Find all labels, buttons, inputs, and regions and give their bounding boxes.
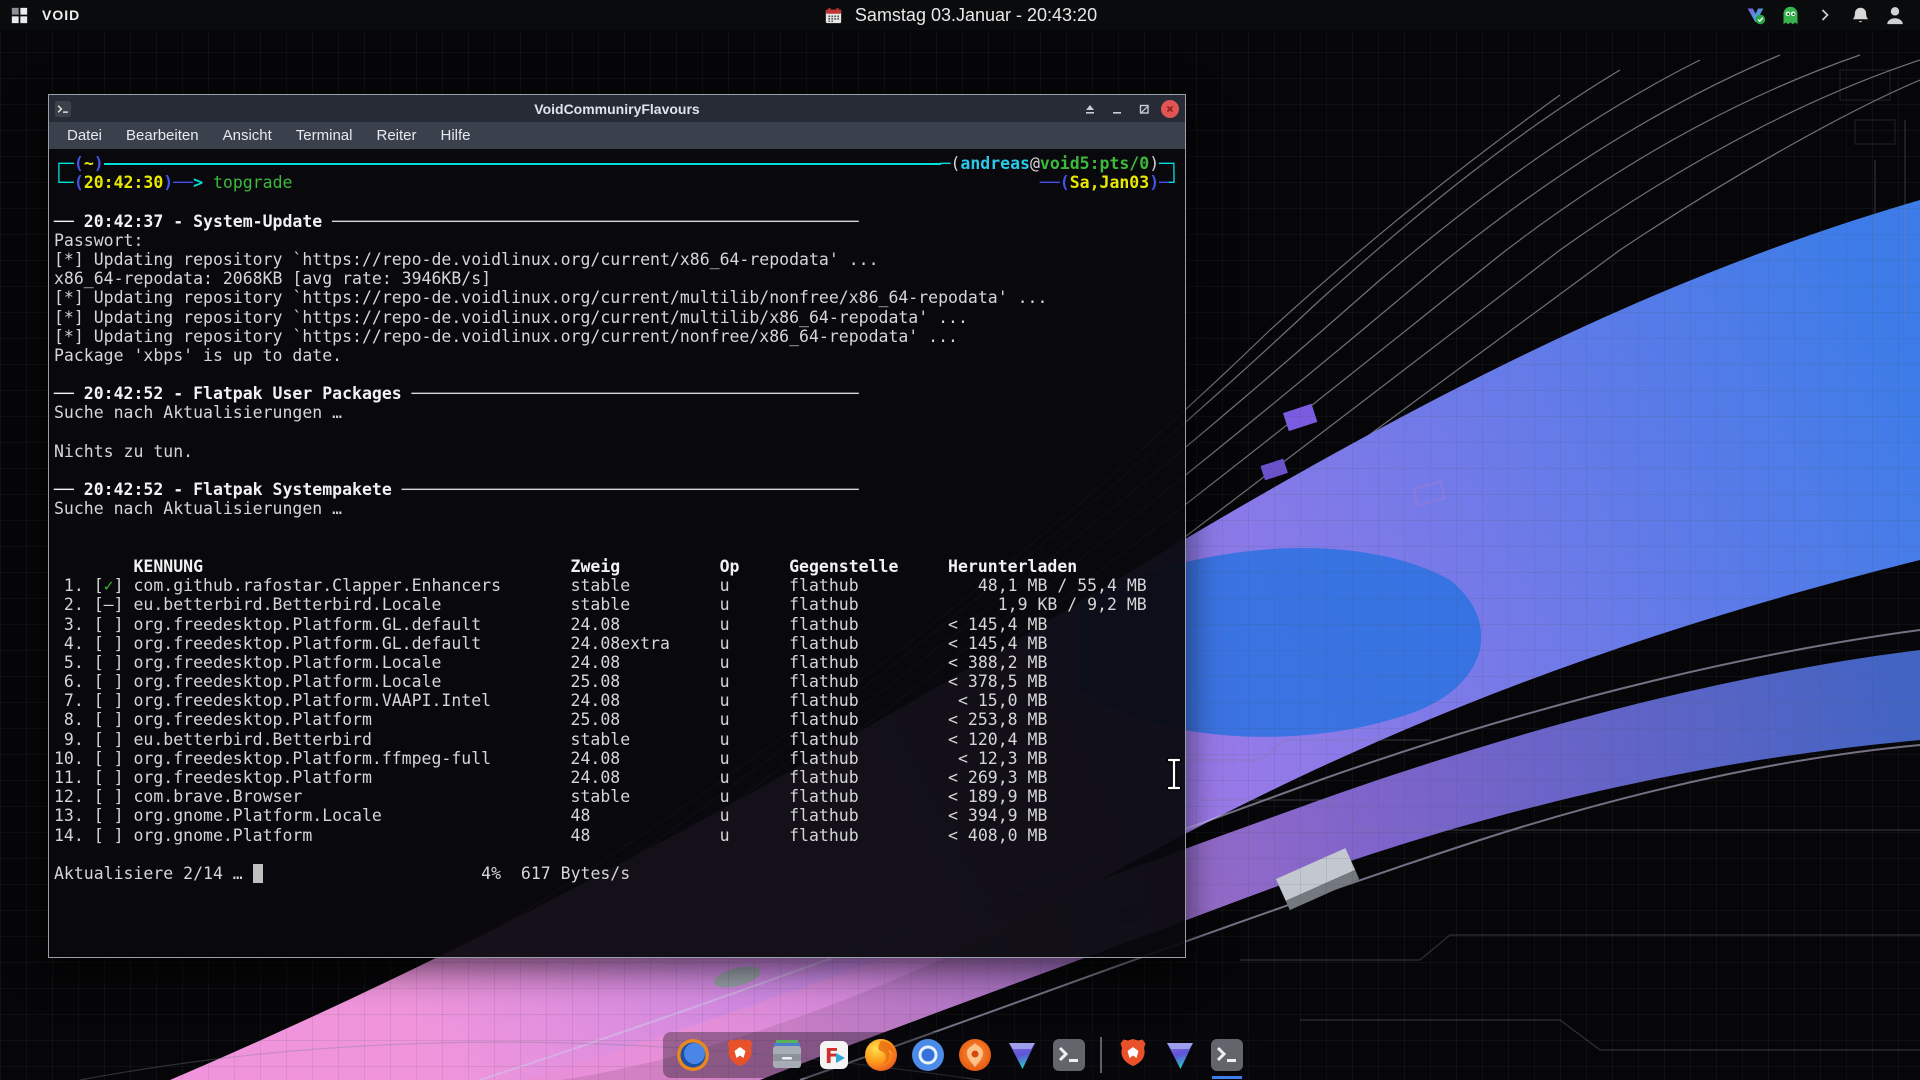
menu-bearbeiten[interactable]: Bearbeiten [116, 124, 209, 147]
shade-button[interactable] [1080, 99, 1100, 119]
terminal-line [54, 461, 1179, 480]
vpn-status-icon[interactable] [1744, 3, 1766, 27]
system-tray [1744, 3, 1920, 27]
minimize-icon [1110, 102, 1124, 116]
terminal-line [54, 538, 1179, 557]
terminal-line: Suche nach Aktualisierungen … [54, 499, 1179, 518]
minimize-button[interactable] [1107, 99, 1127, 119]
top-panel: VOID Samstag 03.Januar - 20:43:20 [0, 0, 1920, 30]
terminal-line [54, 423, 1179, 442]
brave-browser-running-icon[interactable] [1113, 1035, 1153, 1075]
terminal-line: 3. [ ] org.freedesktop.Platform.GL.defau… [54, 615, 1179, 634]
terminal-line: Aktualisiere 2/14 … 4% 617 Bytes/s [54, 864, 1179, 883]
shade-icon [1083, 102, 1097, 116]
app-grid-icon[interactable] [8, 3, 30, 27]
terminal-line: ┌─(~)─(andreas@void5:pts/0)─┐ [54, 154, 1179, 173]
terminal-line: 1. [✓] com.github.rafostar.Clapper.Enhan… [54, 576, 1179, 595]
terminal-line: 2. [–] eu.betterbird.Betterbird.Locale s… [54, 595, 1179, 614]
terminal-line: 9. [ ] eu.betterbird.Betterbird stable u… [54, 730, 1179, 749]
terminal-line: ── 20:42:52 - Flatpak Systempakete ─────… [54, 480, 1179, 499]
terminal-line: ── 20:42:37 - System-Update ────────────… [54, 212, 1179, 231]
notifications-bell-icon[interactable] [1849, 3, 1871, 27]
terminal-line: 6. [ ] org.freedesktop.Platform.Locale 2… [54, 672, 1179, 691]
terminal-line: 5. [ ] org.freedesktop.Platform.Locale 2… [54, 653, 1179, 672]
terminal-line: 7. [ ] org.freedesktop.Platform.VAAPI.In… [54, 691, 1179, 710]
terminal-line: x86_64-repodata: 2068KB [avg rate: 3946K… [54, 269, 1179, 288]
panel-clock[interactable]: Samstag 03.Januar - 20:43:20 [855, 5, 1097, 26]
window-titlebar[interactable]: VoidCommuniryFlavours [49, 95, 1185, 122]
zen-browser-icon[interactable] [673, 1035, 713, 1075]
firefox-icon[interactable] [861, 1035, 901, 1075]
file-manager-icon[interactable] [767, 1035, 807, 1075]
terminal-line: 4. [ ] org.freedesktop.Platform.GL.defau… [54, 634, 1179, 653]
terminal-line: Passwort: [54, 231, 1179, 250]
updater-ghost-icon[interactable] [1779, 3, 1801, 27]
menu-datei[interactable]: Datei [57, 124, 112, 147]
terminal-line: 12. [ ] com.brave.Browser stable u flath… [54, 787, 1179, 806]
terminal-line: ── 20:42:52 - Flatpak User Packages ────… [54, 384, 1179, 403]
menu-hilfe[interactable]: Hilfe [431, 124, 481, 147]
calendar-icon [823, 3, 845, 27]
terminal-line: 14. [ ] org.gnome.Platform 48 u flathub … [54, 826, 1179, 845]
terminal-line: └─(20:42:30)──> topgrade──(Sa,Jan03)─┘ [54, 173, 1179, 192]
terminal-line: Package 'xbps' is up to date. [54, 346, 1179, 365]
terminal-line: 8. [ ] org.freedesktop.Platform 25.08 u … [54, 710, 1179, 729]
terminal-line [54, 365, 1179, 384]
terminal-line: KENNUNG Zweig Op Gegenstelle Herunterlad… [54, 557, 1179, 576]
menu-bar: DateiBearbeitenAnsichtTerminalReiterHilf… [49, 122, 1185, 149]
maximize-icon [1137, 102, 1151, 116]
chromium-icon[interactable] [908, 1035, 948, 1075]
terminal-line: 13. [ ] org.gnome.Platform.Locale 48 u f… [54, 806, 1179, 825]
terminal-line: 10. [ ] org.freedesktop.Platform.ffmpeg-… [54, 749, 1179, 768]
terminal-line: [*] Updating repository `https://repo-de… [54, 327, 1179, 346]
triangle-app-icon[interactable] [1002, 1035, 1042, 1075]
terminal-line [54, 519, 1179, 538]
terminal-line: 11. [ ] org.freedesktop.Platform 24.08 u… [54, 768, 1179, 787]
close-icon [1164, 103, 1176, 115]
maximize-button[interactable] [1134, 99, 1154, 119]
menu-reiter[interactable]: Reiter [366, 124, 426, 147]
user-account-icon[interactable] [1884, 3, 1906, 27]
terminal-window-icon [55, 101, 71, 117]
freetube-icon[interactable]: F [814, 1035, 854, 1075]
menu-terminal[interactable]: Terminal [286, 124, 363, 147]
triangle-app-running-icon[interactable] [1160, 1035, 1200, 1075]
menu-ansicht[interactable]: Ansicht [213, 124, 282, 147]
terminal-line [54, 845, 1179, 864]
distro-label: VOID [42, 7, 80, 23]
window-title: VoidCommuniryFlavours [49, 101, 1185, 117]
desktop: VOID Samstag 03.Januar - 20:43:20 VoidCo… [0, 0, 1920, 1080]
terminal-line: [*] Updating repository `https://repo-de… [54, 250, 1179, 269]
terminal-running-icon[interactable] [1207, 1035, 1247, 1075]
terminal-line: Suche nach Aktualisierungen … [54, 403, 1179, 422]
terminal-line [54, 192, 1179, 211]
terminal-line: Nichts zu tun. [54, 442, 1179, 461]
close-button[interactable] [1161, 100, 1179, 118]
tray-expand-chevron-icon[interactable] [1814, 3, 1836, 27]
brave-browser-icon[interactable] [720, 1035, 760, 1075]
terminal-line: [*] Updating repository `https://repo-de… [54, 288, 1179, 307]
terminal-line: [*] Updating repository `https://repo-de… [54, 308, 1179, 327]
terminal-output[interactable]: ┌─(~)─(andreas@void5:pts/0)─┐└─(20:42:30… [49, 149, 1185, 957]
terminal-app-icon[interactable] [1049, 1035, 1089, 1075]
dock: F [663, 1032, 1257, 1078]
terminal-window: VoidCommuniryFlavours DateiBearbeitenAns… [48, 94, 1186, 958]
phoenix-browser-icon[interactable] [955, 1035, 995, 1075]
dock-separator [1100, 1037, 1102, 1073]
